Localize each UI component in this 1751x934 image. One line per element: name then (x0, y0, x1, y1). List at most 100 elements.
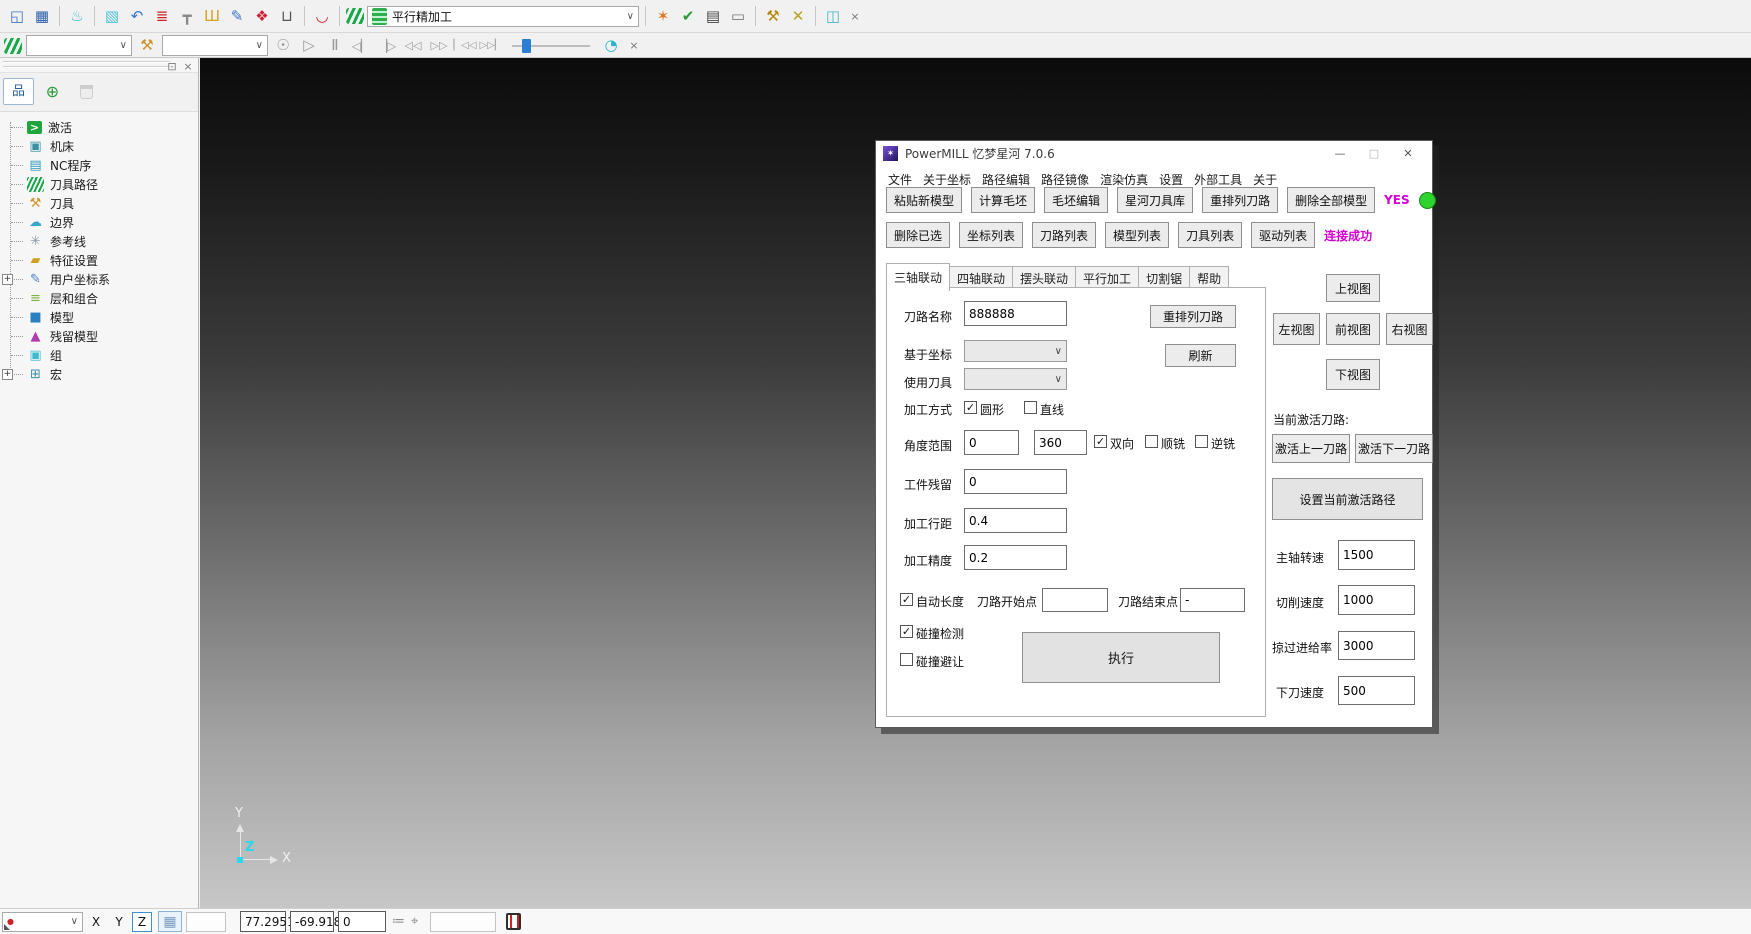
draw-pencil-icon[interactable]: ✎ (226, 5, 248, 27)
angle-to-input[interactable] (1034, 430, 1087, 455)
tree-item-ref-line[interactable]: ✳ 参考线 (0, 232, 198, 251)
collision-avoid-checkbox[interactable] (900, 653, 913, 666)
set-active-path-button[interactable]: 设置当前激活路径 (1272, 478, 1423, 520)
explorer-globe-tab[interactable]: ⊕ (37, 78, 68, 105)
block-icon[interactable]: ▧ (101, 5, 123, 27)
tree-item-macro[interactable]: + ⊞ 宏 (0, 365, 198, 384)
coord-list-icon[interactable]: ≔ (392, 914, 405, 929)
toolpath-name-input[interactable] (964, 301, 1067, 326)
circular-checkbox[interactable]: ✓ (964, 401, 977, 414)
slider-handle[interactable] (522, 39, 531, 53)
axis-x-toggle[interactable]: X (86, 912, 106, 932)
activate-prev-button[interactable]: 激活上一刀路 (1272, 434, 1350, 463)
tree-item-rest-model[interactable]: ▲ 残留模型 (0, 327, 198, 346)
sim-toolbar-close-icon[interactable]: × (626, 38, 642, 54)
dialog-titlebar[interactable]: ✶ PowerMILL 忆梦星河 7.0.6 — □ ✕ (876, 141, 1432, 166)
stepover-input[interactable] (964, 508, 1067, 533)
panel-grip[interactable]: ⊡ × (0, 58, 198, 73)
maximize-button[interactable]: □ (1357, 143, 1391, 164)
toolpath-spring-icon[interactable] (4, 38, 22, 54)
reorder-toolpath-button[interactable]: 重排列刀路 (1202, 187, 1278, 213)
tool-library-button[interactable]: 星河刀具库 (1117, 187, 1193, 213)
collision-check-icon[interactable]: Ш (201, 5, 223, 27)
expand-icon[interactable]: + (2, 369, 13, 380)
panel-restore-icon[interactable]: ⊡ (164, 58, 180, 74)
view-right-button[interactable]: 右视图 (1386, 313, 1433, 345)
grid-toggle[interactable]: ▦ (158, 911, 182, 932)
entity-dropdown[interactable]: ● ∨ (2, 912, 83, 932)
tree-item-nc-program[interactable]: ▤ NC程序 (0, 156, 198, 175)
block-edit-button[interactable]: 毛坯编辑 (1044, 187, 1108, 213)
axis-y-toggle[interactable]: Y (109, 912, 129, 932)
minimize-button[interactable]: — (1323, 143, 1357, 164)
tree-item-activate[interactable]: > 激活 (0, 118, 198, 137)
rewind-icon[interactable]: ◁◁ (402, 35, 424, 57)
open-file-icon[interactable]: ◱ (6, 5, 28, 27)
calc-block-button[interactable]: 计算毛坯 (971, 187, 1035, 213)
calculator-icon[interactable]: ▤ (702, 5, 724, 27)
coord-list-button[interactable]: 坐标列表 (959, 222, 1023, 248)
plunge-feed-input[interactable] (1338, 676, 1415, 705)
explorer-tree-tab[interactable]: 品 (3, 78, 34, 105)
strategy-dropdown[interactable]: 平行精加工 ∨ (367, 6, 639, 27)
view-top-button[interactable]: 上视图 (1326, 274, 1380, 302)
tool-holder-icon[interactable]: ⊔ (276, 5, 298, 27)
execute-button[interactable]: 执行 (1022, 632, 1220, 683)
rapid-move-icon[interactable]: ↶ (126, 5, 148, 27)
close-button[interactable]: ✕ (1391, 143, 1425, 164)
shade-render-icon[interactable]: ♨ (66, 5, 88, 27)
sim-tool-dropdown[interactable]: ∨ (162, 35, 268, 56)
toolpath-spring-icon[interactable] (346, 8, 364, 24)
tolerance-input[interactable] (964, 545, 1067, 570)
menu-external-tools[interactable]: 外部工具 (1194, 171, 1242, 188)
paste-model-button[interactable]: 粘贴新模型 (886, 187, 962, 213)
drive-list-button[interactable]: 驱动列表 (1251, 222, 1315, 248)
auto-length-checkbox[interactable]: ✓ (900, 593, 913, 606)
transform-icon[interactable]: ✕ (787, 5, 809, 27)
play-icon[interactable]: ▷ (298, 35, 320, 57)
tool-list-button[interactable]: 刀具列表 (1178, 222, 1242, 248)
step-forward-icon[interactable]: ▕▷ (376, 35, 398, 57)
tool-ball-icon[interactable]: ┳ (176, 5, 198, 27)
view-front-button[interactable]: 前视图 (1326, 313, 1380, 345)
tree-item-model[interactable]: ■ 模型 (0, 308, 198, 327)
menu-settings[interactable]: 设置 (1159, 171, 1183, 188)
speed-dial-icon[interactable]: ◔ (600, 35, 622, 57)
tree-item-ucs[interactable]: + ✎ 用户坐标系 (0, 270, 198, 289)
verify-check-icon[interactable]: ✔ (677, 5, 699, 27)
menu-file[interactable]: 文件 (888, 171, 912, 188)
view-bottom-button[interactable]: 下视图 (1326, 359, 1380, 390)
view-left-button[interactable]: 左视图 (1273, 313, 1320, 345)
use-tool-select[interactable]: ∨ (964, 368, 1067, 390)
delete-selected-button[interactable]: 删除已选 (886, 222, 950, 248)
tab-3axis[interactable]: 三轴联动 (886, 263, 950, 291)
menu-about[interactable]: 关于 (1253, 171, 1277, 188)
pattern-lines-icon[interactable]: ≣ (151, 5, 173, 27)
menu-coords[interactable]: 关于坐标 (923, 171, 971, 188)
snap-field[interactable] (186, 912, 226, 932)
sim-tool-icon[interactable]: ⚒ (136, 35, 158, 57)
explorer-trash-tab[interactable] (71, 78, 102, 105)
menu-path-edit[interactable]: 路径编辑 (982, 171, 1030, 188)
tree-item-boundary[interactable]: ☁ 边界 (0, 213, 198, 232)
points-icon[interactable]: ❖ (251, 5, 273, 27)
star-burst-icon[interactable]: ✶ (652, 5, 674, 27)
angle-from-input[interactable] (964, 430, 1019, 455)
bidirectional-checkbox[interactable]: ✓ (1094, 435, 1107, 448)
lead-arc-icon[interactable]: ◡ (311, 5, 333, 27)
delete-all-models-button[interactable]: 删除全部模型 (1287, 187, 1375, 213)
bulb-icon[interactable]: ☉ (272, 35, 294, 57)
climb-checkbox[interactable] (1145, 435, 1158, 448)
to-start-icon[interactable]: ▏◁◁ (454, 35, 476, 57)
reorder-button[interactable]: 重排列刀路 (1150, 305, 1236, 328)
pause-icon[interactable]: Ⅱ (324, 35, 346, 57)
conventional-checkbox[interactable] (1195, 435, 1208, 448)
base-coord-select[interactable]: ∨ (964, 340, 1067, 362)
cylinders-icon[interactable]: ◫ (822, 5, 844, 27)
skim-feed-input[interactable] (1338, 631, 1415, 660)
menu-render-sim[interactable]: 渲染仿真 (1100, 171, 1148, 188)
tree-item-toolpaths[interactable]: 刀具路径 (0, 175, 198, 194)
expand-icon[interactable]: + (2, 274, 13, 285)
tree-item-tools[interactable]: ⚒ 刀具 (0, 194, 198, 213)
sim-toolpath-dropdown[interactable]: ∨ (26, 35, 132, 56)
